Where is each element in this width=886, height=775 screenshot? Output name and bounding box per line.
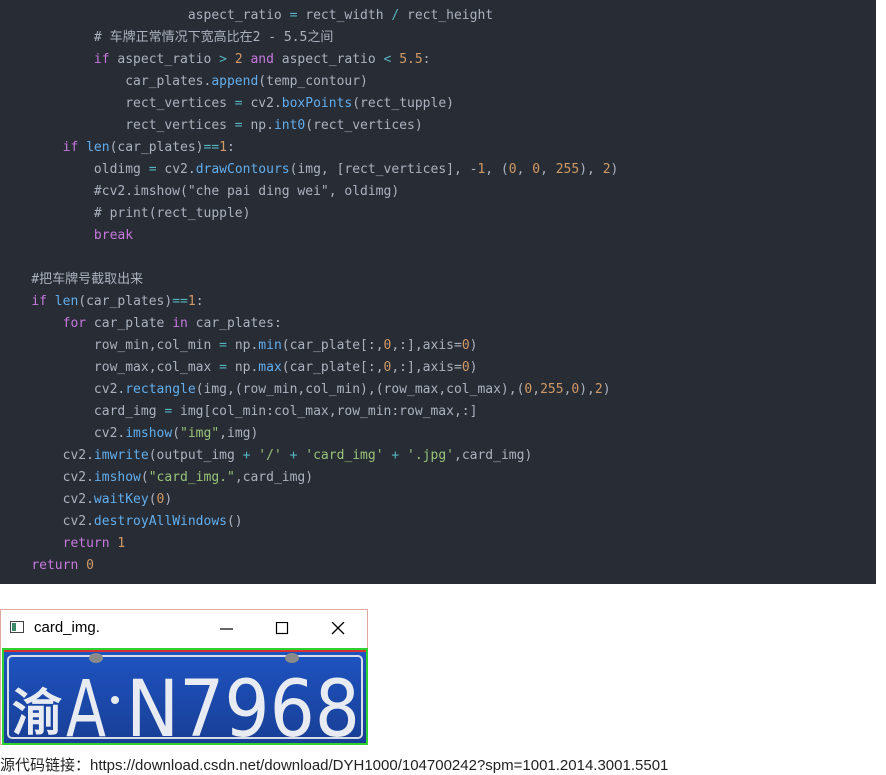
plate-number: N7968 <box>126 665 360 743</box>
code-line: car_plates.append(temp_contour) <box>0 74 368 89</box>
code-line: if aspect_ratio > 2 and aspect_ratio < 5… <box>93 52 431 67</box>
maximize-icon <box>275 622 289 635</box>
maximize-button[interactable] <box>267 616 299 642</box>
code-line: cv2.imwrite(output_img + '/' + 'card_img… <box>0 448 533 463</box>
code-line: #把车牌号截取出来 <box>0 272 144 287</box>
window-titlebar[interactable]: card_img. <box>1 610 367 648</box>
plate-letter: A <box>66 665 106 743</box>
plate-province-char: 渝 <box>12 684 62 742</box>
code-line: return 0 <box>31 558 94 573</box>
minimize-button[interactable] <box>211 616 243 642</box>
plate-dot <box>111 696 119 704</box>
code-line: oldimg = cv2.drawContours(img, [rect_ver… <box>0 162 619 177</box>
opencv-image-window[interactable]: card_img. 渝 A N7968 <box>0 609 368 745</box>
screw-icon <box>89 653 103 663</box>
code-block: aspect_ratio = rect_width / rect_height … <box>0 0 876 584</box>
code-line: cv2.imshow("card_img.",card_img) <box>0 470 314 485</box>
minimize-icon <box>220 628 233 630</box>
code-line: for car_plate in car_plates: <box>62 316 282 331</box>
code-line: return 1 <box>62 536 126 551</box>
code-line: break <box>93 228 134 243</box>
code-line: # print(rect_tupple) <box>0 206 251 221</box>
code-line: cv2.rectangle(img,(row_min,col_min),(row… <box>0 382 611 397</box>
code-line: cv2.waitKey(0) <box>0 492 173 507</box>
code-line: rect_vertices = cv2.boxPoints(rect_tuppl… <box>0 96 454 111</box>
code-line: cv2.imshow("img",img) <box>0 426 259 441</box>
license-plate-image: 渝 A N7968 <box>2 648 368 745</box>
screw-icon <box>285 653 299 663</box>
code-line: # 车牌正常情况下宽高比在2 - 5.5之间 <box>0 30 334 45</box>
code-line: rect_vertices = np.int0(rect_vertices) <box>0 118 423 133</box>
window-title: card_img. <box>34 619 100 636</box>
code-line: card_img = img[col_min:col_max,row_min:r… <box>0 404 478 419</box>
code-line: cv2.destroyAllWindows() <box>0 514 243 529</box>
close-icon <box>331 622 345 635</box>
code-line: if len(car_plates)==1: <box>62 140 235 155</box>
code-line: row_max,col_max = np.max(car_plate[:,0,:… <box>0 360 478 375</box>
code-line: if len(car_plates)==1: <box>31 294 204 309</box>
code-line: #cv2.imshow("che pai ding wei", oldimg) <box>0 184 400 199</box>
close-button[interactable] <box>323 616 355 642</box>
code-line: row_min,col_min = np.min(car_plate[:,0,:… <box>0 338 478 353</box>
license-plate-graphic: 渝 A N7968 <box>4 650 366 743</box>
code-line: aspect_ratio = rect_width / rect_height <box>93 8 494 23</box>
app-window-icon <box>10 621 24 633</box>
